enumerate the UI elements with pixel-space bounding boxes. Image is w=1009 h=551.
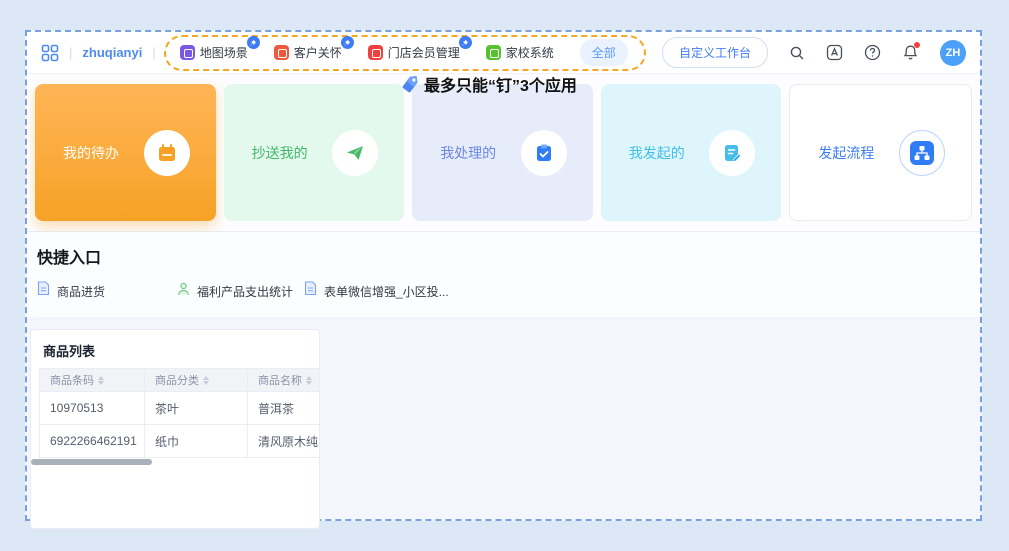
customize-workbench-button[interactable]: 自定义工作台 <box>662 37 768 68</box>
column-header-label: 商品名称 <box>258 372 302 388</box>
quick-link-goods-purchase[interactable]: 商品进货 <box>37 281 177 301</box>
card-start-process[interactable]: 发起流程 <box>789 84 972 221</box>
product-list-card: 商品列表 商品条码 <box>30 329 320 529</box>
search-icon[interactable] <box>789 45 805 61</box>
cards-row: 我的待办 抄送我的 <box>35 84 972 221</box>
notification-dot <box>914 42 920 48</box>
quick-link-label: 表单微信增强_小区投... <box>324 283 449 300</box>
document-icon <box>37 281 50 301</box>
workbench-window: | zhuqianyi | 地图场景 客户关怀 门店会员管理 <box>25 30 982 521</box>
sort-icon[interactable] <box>98 376 104 385</box>
pin-badge-icon <box>341 36 354 49</box>
quick-links-row: 商品进货 福利产品支出统计 表单微信增强_小区投 <box>37 281 970 301</box>
quick-link-label: 商品进货 <box>57 283 105 300</box>
store-member-app-icon <box>368 45 383 60</box>
card-initiated-by-me[interactable]: 我发起的 <box>601 84 782 221</box>
cc-paper-plane-icon <box>332 130 378 176</box>
map-scene-app-icon <box>180 45 195 60</box>
cell-name: 清风原木纯品 <box>248 425 320 458</box>
column-header-name[interactable]: 商品名称 <box>248 369 320 392</box>
sort-icon[interactable] <box>203 376 209 385</box>
horizontal-scrollbar <box>31 459 319 465</box>
header-right: 自定义工作台 <box>662 37 966 68</box>
header-divider: | <box>69 45 72 60</box>
initiated-doc-edit-icon <box>709 130 755 176</box>
column-header-label: 商品条码 <box>50 372 94 388</box>
card-label: 我处理的 <box>440 143 496 163</box>
column-header-barcode[interactable]: 商品条码 <box>40 369 145 392</box>
tab-all-apps[interactable]: 全部 <box>580 39 628 66</box>
quick-access-title: 快捷入口 <box>37 244 970 268</box>
quick-access-section: 快捷入口 商品进货 福利产品支出统计 <box>27 232 980 317</box>
translate-icon[interactable] <box>826 44 843 61</box>
pin-badge-icon <box>459 36 472 49</box>
cell-category: 纸巾 <box>145 425 248 458</box>
card-label: 发起流程 <box>818 143 874 163</box>
card-label: 抄送我的 <box>252 143 308 163</box>
table-header-row: 商品条码 商品分类 <box>40 369 320 392</box>
todo-calendar-icon <box>144 130 190 176</box>
card-label: 我的待办 <box>63 143 119 163</box>
product-table: 商品条码 商品分类 <box>39 368 319 458</box>
header-divider: | <box>152 45 155 60</box>
table-viewport: 商品条码 商品分类 <box>39 368 319 458</box>
product-list-title: 商品列表 <box>31 330 319 368</box>
document-icon <box>304 281 317 301</box>
card-my-todo[interactable]: 我的待办 <box>35 84 216 221</box>
table-row[interactable]: 10970513 茶叶 普洱茶 <box>40 392 320 425</box>
cell-barcode: 10970513 <box>40 392 145 425</box>
quick-link-form-wechat[interactable]: 表单微信增强_小区投... <box>304 281 449 301</box>
pin-badge-icon <box>247 36 260 49</box>
sort-icon[interactable] <box>306 376 312 385</box>
column-header-label: 商品分类 <box>155 372 199 388</box>
column-header-category[interactable]: 商品分类 <box>145 369 248 392</box>
workspace-name[interactable]: zhuqianyi <box>82 45 142 60</box>
quick-link-label: 福利产品支出统计 <box>197 283 293 300</box>
start-process-flow-icon <box>899 130 945 176</box>
card-cc-to-me[interactable]: 抄送我的 <box>224 84 405 221</box>
card-handled-by-me[interactable]: 我处理的 <box>412 84 593 221</box>
tab-customer-care[interactable]: 客户关怀 <box>274 44 342 61</box>
person-icon <box>177 282 190 301</box>
tab-label: 地图场景 <box>200 44 248 61</box>
tab-store-member[interactable]: 门店会员管理 <box>368 44 460 61</box>
tab-label: 家校系统 <box>506 44 554 61</box>
tab-school-system[interactable]: 家校系统 <box>486 44 554 61</box>
table-area: 商品列表 商品条码 <box>27 317 980 529</box>
card-label: 我发起的 <box>629 143 685 163</box>
help-icon[interactable] <box>864 44 881 61</box>
horizontal-scrollbar-thumb[interactable] <box>31 459 152 465</box>
avatar[interactable]: ZH <box>940 40 966 66</box>
header-left: | zhuqianyi | <box>41 44 156 62</box>
cell-name: 普洱茶 <box>248 392 320 425</box>
quick-link-welfare-stats[interactable]: 福利产品支出统计 <box>177 282 304 301</box>
workflow-cards-section: 我的待办 抄送我的 <box>27 74 980 232</box>
tab-map-scene[interactable]: 地图场景 <box>180 44 248 61</box>
tab-label: 客户关怀 <box>294 44 342 61</box>
notification-bell-icon[interactable] <box>902 44 919 61</box>
cell-barcode: 6922266462191 <box>40 425 145 458</box>
apps-grid-icon[interactable] <box>41 44 59 62</box>
top-navigation-bar: | zhuqianyi | 地图场景 客户关怀 门店会员管理 <box>27 32 980 74</box>
handled-clipboard-icon <box>521 130 567 176</box>
customer-care-app-icon <box>274 45 289 60</box>
school-app-icon <box>486 45 501 60</box>
tab-label: 门店会员管理 <box>388 44 460 61</box>
pinned-apps-zone: 地图场景 客户关怀 门店会员管理 家校系 <box>164 35 646 71</box>
cell-category: 茶叶 <box>145 392 248 425</box>
table-row[interactable]: 6922266462191 纸巾 清风原木纯品 <box>40 425 320 458</box>
